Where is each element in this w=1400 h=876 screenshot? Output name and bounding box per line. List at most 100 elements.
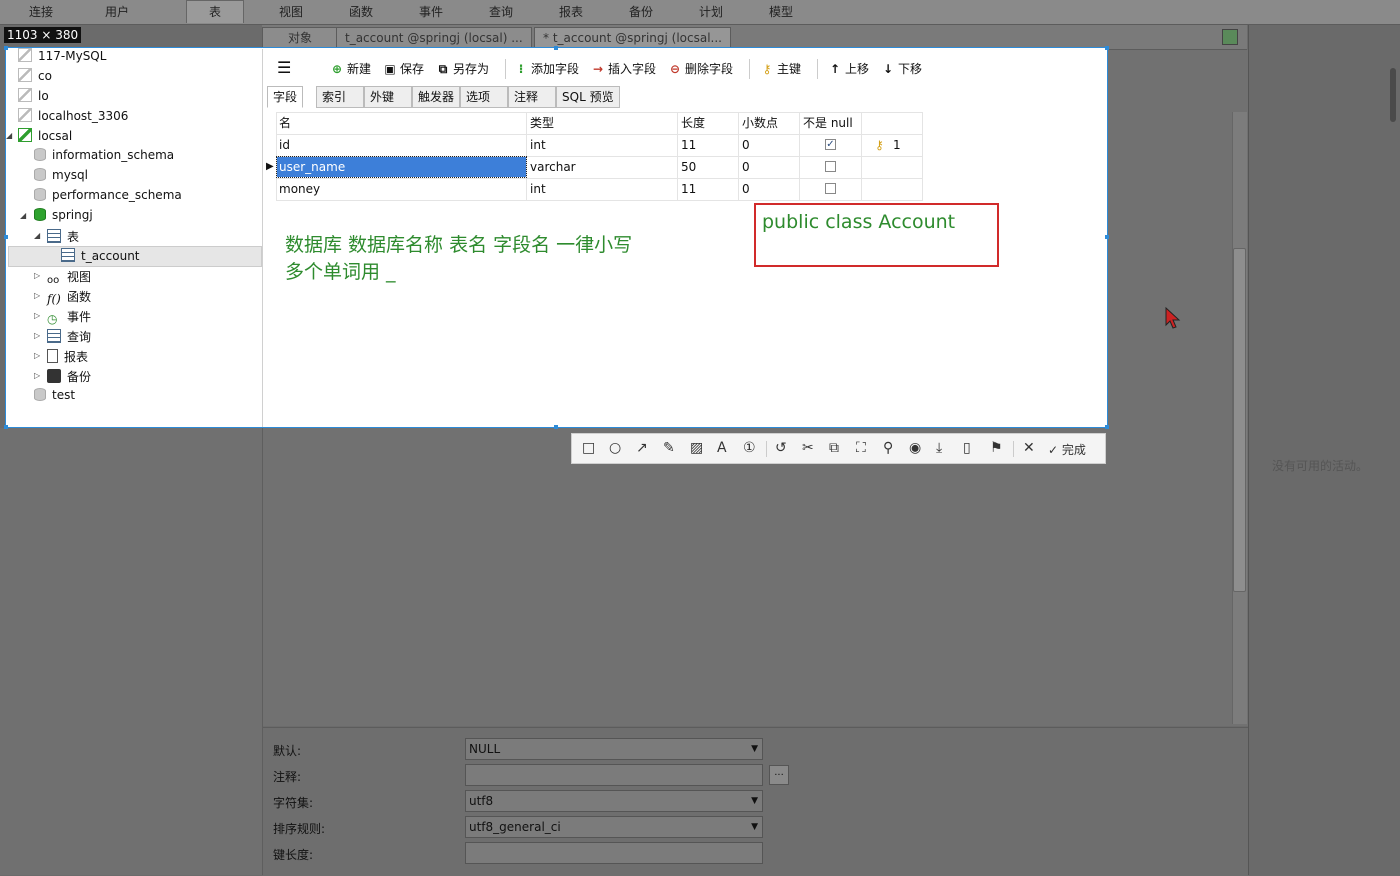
collapse-arrow-icon[interactable]: ▷	[34, 291, 40, 300]
column-header-not-null[interactable]: 不是 null	[803, 112, 853, 134]
right-scrollbar-thumb[interactable]	[1390, 68, 1396, 122]
insert-field-button[interactable]: → 插入字段	[591, 60, 656, 77]
editor-scrollbar-thumb[interactable]	[1233, 248, 1246, 592]
menu-event[interactable]: 事件	[419, 3, 443, 20]
bookmark-icon[interactable]: ⚑	[990, 440, 1003, 456]
expand-arrow-icon[interactable]: ◢	[34, 231, 40, 240]
collapse-arrow-icon[interactable]: ▷	[34, 331, 40, 340]
cell-name-editing[interactable]: user_name	[279, 156, 345, 178]
cell-type[interactable]: int	[530, 134, 546, 156]
tab-triggers[interactable]: 触发器	[412, 86, 461, 108]
not-null-checkbox[interactable]: ✓	[825, 139, 836, 150]
menu-report[interactable]: 报表	[559, 3, 583, 20]
primary-key-button[interactable]: ⚷ 主键	[760, 60, 801, 77]
tree-group-backups[interactable]: 备份	[47, 368, 91, 385]
move-up-button[interactable]: ↑ 上移	[828, 60, 869, 77]
scissors-icon[interactable]: ✂	[802, 440, 814, 456]
column-header-decimals[interactable]: 小数点	[742, 112, 778, 134]
tree-db-performance-schema[interactable]: performance_schema	[34, 188, 182, 202]
save-button[interactable]: ▣ 保存	[383, 60, 424, 77]
add-connection-icon[interactable]	[1222, 29, 1238, 45]
done-button[interactable]: ✓ 完成	[1048, 441, 1086, 458]
tree-db-information-schema[interactable]: information_schema	[34, 148, 174, 162]
tree-db-test[interactable]: test	[34, 388, 75, 402]
resize-handle[interactable]	[554, 425, 558, 429]
resize-handle[interactable]	[1105, 235, 1109, 239]
tab-sql-preview[interactable]: SQL 预览	[556, 86, 620, 108]
menu-schedule[interactable]: 计划	[699, 3, 723, 20]
cell-length[interactable]: 11	[681, 178, 696, 200]
menu-table[interactable]: 表	[186, 0, 245, 23]
tree-group-tables[interactable]: 表	[47, 228, 79, 245]
menu-connect[interactable]: 连接	[29, 3, 53, 20]
expand-arrow-icon[interactable]: ◢	[20, 211, 26, 220]
hamburger-menu-icon[interactable]: ☰	[277, 58, 291, 77]
not-null-checkbox[interactable]	[825, 183, 836, 194]
tree-conn-locsal[interactable]: locsal	[18, 128, 72, 143]
download-icon[interactable]: ⤓	[936, 440, 942, 456]
resize-handle[interactable]	[1105, 46, 1109, 50]
tree-conn-lo[interactable]: lo	[18, 88, 49, 103]
cell-name[interactable]: money	[279, 178, 320, 200]
comment-expand-button[interactable]: ...	[769, 765, 789, 785]
new-button[interactable]: ⊕ 新建	[330, 60, 371, 77]
resize-handle[interactable]	[4, 235, 8, 239]
tree-group-reports[interactable]: 报表	[47, 348, 88, 365]
tree-group-queries[interactable]: 查询	[47, 328, 91, 345]
arrow-icon[interactable]: ↗	[636, 440, 648, 456]
tab-foreign-keys[interactable]: 外键	[364, 86, 412, 108]
cell-type[interactable]: varchar	[530, 156, 576, 178]
menu-backup[interactable]: 备份	[629, 3, 653, 20]
delete-field-button[interactable]: ⊖ 删除字段	[668, 60, 733, 77]
column-header-name[interactable]: 名	[279, 112, 291, 134]
rectangle-icon[interactable]: □	[582, 440, 595, 456]
expand-arrow-icon[interactable]: ◢	[6, 131, 12, 140]
not-null-checkbox[interactable]	[825, 161, 836, 172]
pencil-icon[interactable]: ✎	[663, 440, 675, 456]
tree-db-springj[interactable]: springj	[34, 208, 93, 222]
tab-indexes[interactable]: 索引	[316, 86, 364, 108]
number-icon[interactable]: ①	[743, 440, 756, 456]
tab-t-account-2[interactable]: * t_account @springj (locsal...	[534, 27, 731, 50]
cell-decimals[interactable]: 0	[742, 134, 750, 156]
tree-conn-localhost[interactable]: localhost_3306	[18, 108, 128, 123]
column-header-length[interactable]: 长度	[681, 112, 705, 134]
charset-select[interactable]: utf8 ▼	[465, 790, 763, 812]
translate-icon[interactable]: ⧉	[829, 440, 839, 456]
tree-group-functions[interactable]: f() 函数	[47, 288, 91, 306]
menu-view[interactable]: 视图	[279, 3, 303, 20]
menu-model[interactable]: 模型	[769, 3, 793, 20]
text-icon[interactable]: A	[717, 440, 727, 456]
record-icon[interactable]: ◉	[909, 440, 921, 456]
tab-options[interactable]: 选项	[460, 86, 508, 108]
collapse-arrow-icon[interactable]: ▷	[34, 271, 40, 280]
tab-objects[interactable]: 对象	[262, 27, 338, 50]
close-icon[interactable]: ✕	[1023, 440, 1035, 456]
menu-function[interactable]: 函数	[349, 3, 373, 20]
scan-icon[interactable]: ⛶	[856, 440, 866, 456]
key-length-field[interactable]	[465, 842, 763, 864]
cell-decimals[interactable]: 0	[742, 178, 750, 200]
collapse-arrow-icon[interactable]: ▷	[34, 311, 40, 320]
tree-group-events[interactable]: ◷ 事件	[47, 308, 91, 326]
pin-icon[interactable]: ⚲	[883, 440, 893, 456]
resize-handle[interactable]	[4, 425, 8, 429]
column-header-type[interactable]: 类型	[530, 112, 554, 134]
tab-fields[interactable]: 字段	[267, 86, 304, 108]
cell-length[interactable]: 11	[681, 134, 696, 156]
phone-icon[interactable]: ▯	[963, 440, 971, 456]
mosaic-icon[interactable]: ▨	[690, 440, 703, 456]
cell-type[interactable]: int	[530, 178, 546, 200]
collapse-arrow-icon[interactable]: ▷	[34, 371, 40, 380]
collapse-arrow-icon[interactable]: ▷	[34, 351, 40, 360]
default-select[interactable]: NULL ▼	[465, 738, 763, 760]
cell-length[interactable]: 50	[681, 156, 696, 178]
resize-handle[interactable]	[4, 46, 8, 50]
tree-conn-co[interactable]: co	[18, 68, 52, 83]
tree-conn-117-mysql[interactable]: 117-MySQL	[18, 48, 106, 63]
move-down-button[interactable]: ↓ 下移	[881, 60, 922, 77]
comment-field[interactable]	[465, 764, 763, 786]
save-as-button[interactable]: ⧉ 另存为	[436, 60, 489, 77]
menu-user[interactable]: 用户	[105, 3, 129, 20]
resize-handle[interactable]	[1105, 425, 1109, 429]
